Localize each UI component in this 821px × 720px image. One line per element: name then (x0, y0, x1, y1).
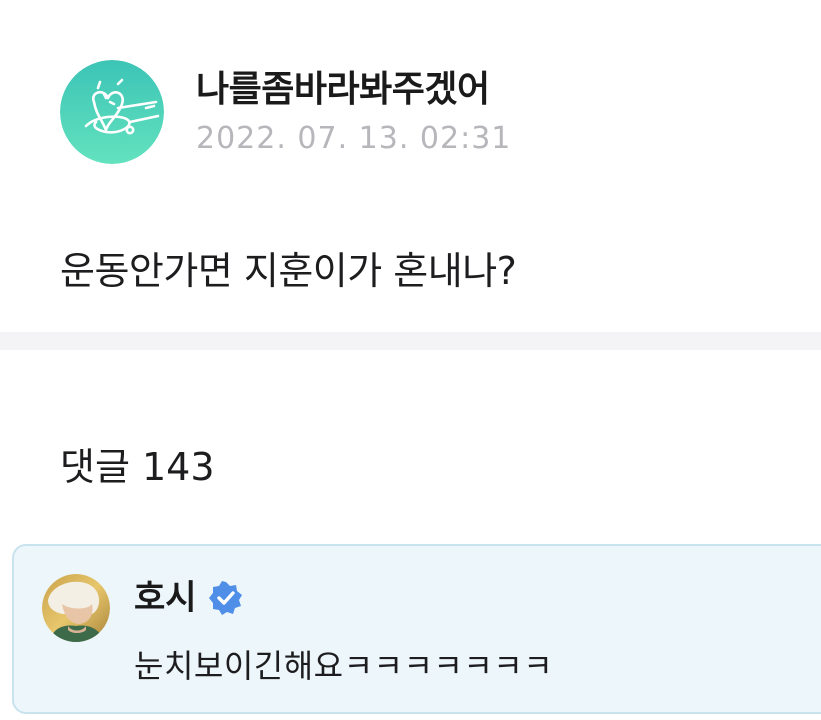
comment-author-name[interactable]: 호시 (134, 576, 197, 620)
comment-avatar[interactable] (42, 574, 110, 642)
author-avatar[interactable] (60, 60, 164, 164)
comment-author-row: 호시 (134, 576, 243, 620)
heart-doodle-icon (60, 60, 164, 164)
post-body: 운동안가면 지훈이가 혼내나? (60, 249, 517, 293)
comment-card[interactable]: 호시 눈치보이긴해요ㅋㅋㅋㅋㅋㅋㅋ (12, 544, 821, 714)
verified-badge-icon (208, 581, 243, 615)
post-header: 나를좀바라봐주겠어 2022. 07. 13. 02:31 (60, 60, 511, 164)
profile-photo-icon (42, 574, 110, 642)
comment-text: 눈치보이긴해요ㅋㅋㅋㅋㅋㅋㅋ (134, 647, 554, 685)
post-page: 나를좀바라봐주겠어 2022. 07. 13. 02:31 운동안가면 지훈이가… (0, 0, 821, 720)
section-divider (0, 332, 821, 350)
post-date: 2022. 07. 13. 02:31 (196, 121, 512, 156)
author-name[interactable]: 나를좀바라봐주겠어 (196, 67, 511, 113)
comment-count-label: 댓글 143 (60, 445, 215, 489)
post-meta: 나를좀바라봐주겠어 2022. 07. 13. 02:31 (196, 67, 511, 157)
